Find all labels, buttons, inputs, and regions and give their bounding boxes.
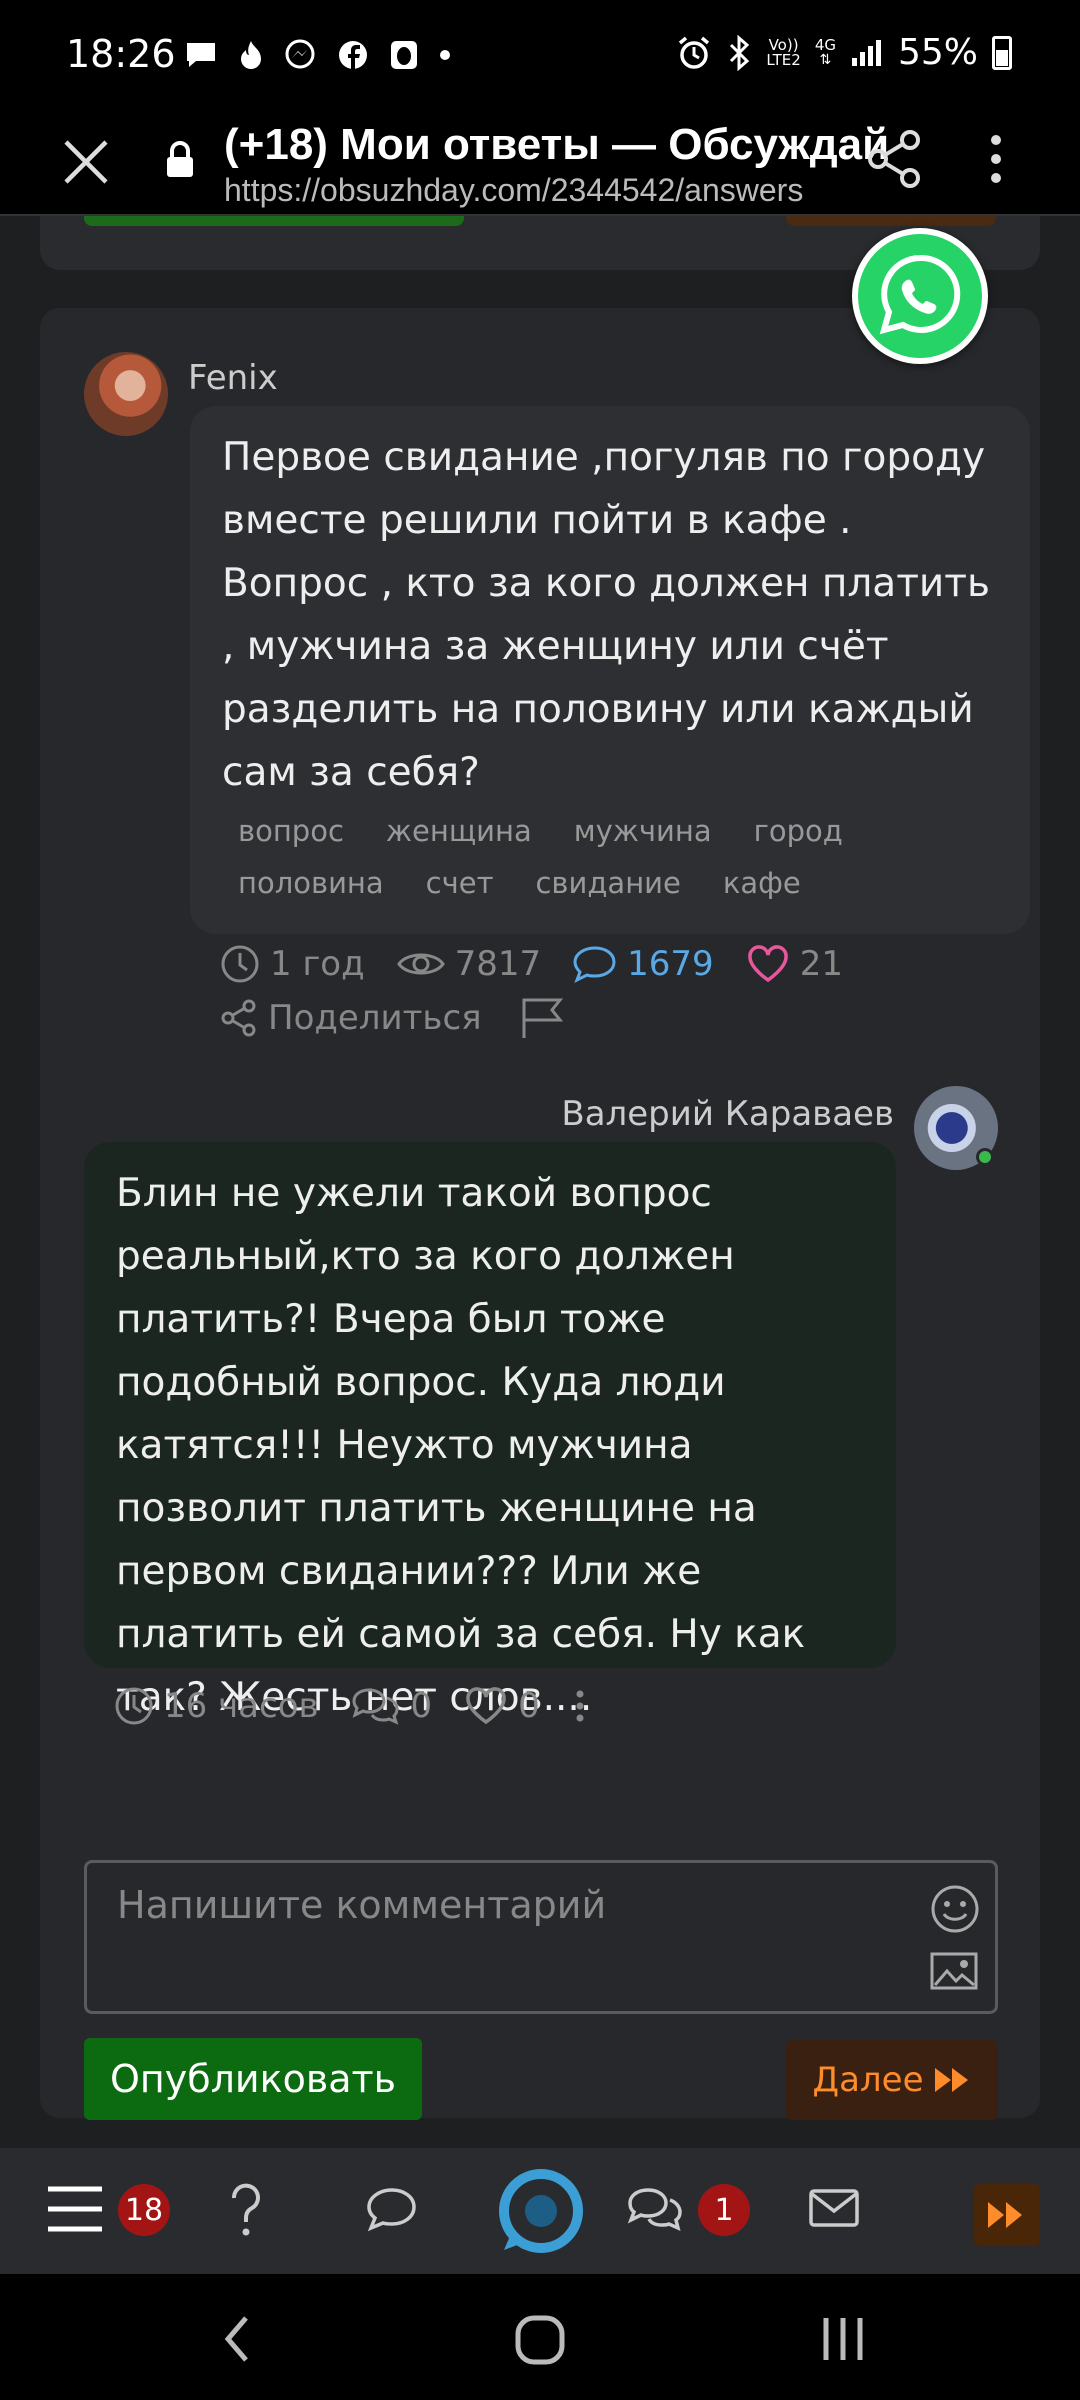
fast-forward-icon xyxy=(988,2202,1022,2228)
image-icon[interactable] xyxy=(929,1951,979,1991)
facebook-icon xyxy=(338,41,367,69)
comments-icon xyxy=(352,1688,399,1725)
share-button[interactable]: Поделиться xyxy=(268,998,482,1038)
close-icon[interactable] xyxy=(56,132,116,192)
status-time: 18:26 xyxy=(66,32,176,76)
question-tags: вопрос женщина мужчина город половина сч… xyxy=(222,814,998,900)
page-url[interactable]: https://obsuzhday.com/2344542/answers xyxy=(224,172,803,209)
lock-icon xyxy=(167,141,193,177)
system-navigation xyxy=(0,2274,1080,2400)
online-indicator xyxy=(976,1148,994,1166)
question-views-count: 7817 xyxy=(454,944,542,984)
question-author-name[interactable]: Fenix xyxy=(188,358,278,398)
flame-icon xyxy=(241,41,262,69)
tag[interactable]: счет xyxy=(426,866,494,900)
question-share-row: Поделиться xyxy=(220,996,566,1040)
whatsapp-button[interactable] xyxy=(852,228,988,364)
net-gen-label: 4G xyxy=(814,35,836,54)
question-views: 7817 xyxy=(396,944,542,984)
publish-button[interactable]: Опубликовать xyxy=(84,2038,422,2120)
report-flag-icon[interactable] xyxy=(520,996,566,1040)
discussions-badge: 1 xyxy=(698,2184,750,2236)
answer-likes-count: 0 xyxy=(518,1686,540,1726)
more-notifications-icon xyxy=(439,50,450,60)
answer-meta: 16 часов 0 0 xyxy=(114,1686,588,1726)
answer-age: 16 часов xyxy=(114,1686,319,1726)
menu-icon[interactable] xyxy=(46,2184,104,2234)
home-logo-icon[interactable] xyxy=(496,2166,586,2256)
notification-icons xyxy=(184,34,451,72)
bluetooth-icon xyxy=(730,34,750,71)
tag[interactable]: вопрос xyxy=(238,814,344,848)
battery-percent: 55% xyxy=(897,32,978,73)
clock-icon xyxy=(221,945,259,983)
bottom-navigation: 18 1 xyxy=(0,2148,1080,2274)
question-likes-count: 21 xyxy=(799,944,843,984)
app-notification-icon xyxy=(390,41,417,69)
tag[interactable]: свидание xyxy=(535,866,680,900)
heart-icon xyxy=(747,945,788,983)
heart-icon xyxy=(466,1687,506,1725)
next-button-label: Далее xyxy=(812,2060,924,2100)
tag[interactable]: мужчина xyxy=(574,814,712,848)
answer-likes[interactable]: 0 xyxy=(464,1686,540,1726)
answer-bubble[interactable]: Блин не ужели такой вопрос реальный,кто … xyxy=(84,1142,896,1720)
alarm-icon xyxy=(679,36,710,69)
comment-icon xyxy=(573,946,616,984)
emoji-icon[interactable] xyxy=(929,1883,981,1935)
clock-icon xyxy=(115,1687,153,1725)
lte-label: LTE2 xyxy=(766,50,801,69)
tag[interactable]: кафе xyxy=(723,866,801,900)
volte-indicator: Vo)) LTE2 xyxy=(766,37,801,69)
chat-icon[interactable] xyxy=(366,2186,418,2234)
comment-input[interactable]: Напишите комментарий xyxy=(84,1860,998,2014)
question-icon[interactable] xyxy=(226,2182,266,2238)
answer-comments[interactable]: 0 xyxy=(351,1686,433,1726)
menu-badge: 18 xyxy=(118,2184,170,2236)
back-icon[interactable] xyxy=(222,2314,252,2364)
tag[interactable]: половина xyxy=(238,866,384,900)
status-bar: 18:26 Vo)) LTE2 4G ⇅ 55% xyxy=(0,0,1080,112)
signal-icon xyxy=(851,39,881,66)
share-icon[interactable] xyxy=(866,128,924,190)
comment-placeholder: Напишите комментарий xyxy=(117,1883,607,1927)
chat-notification-icon xyxy=(187,43,215,67)
question-age: 1 год xyxy=(220,944,365,984)
answer-more-icon[interactable] xyxy=(572,1686,588,1726)
mail-icon[interactable] xyxy=(808,2188,860,2228)
home-icon[interactable] xyxy=(514,2314,566,2366)
answer-age-text: 16 часов xyxy=(164,1686,319,1726)
answer-author-name[interactable]: Валерий Караваев xyxy=(561,1094,894,1134)
more-options-icon[interactable] xyxy=(976,128,1016,190)
question-meta: 1 год 7817 1679 21 xyxy=(220,944,875,984)
fast-forward-icon xyxy=(935,2068,969,2092)
question-author-avatar[interactable] xyxy=(84,352,168,436)
question-comments-count: 1679 xyxy=(627,944,714,984)
tag[interactable]: город xyxy=(754,814,843,848)
question-comments[interactable]: 1679 xyxy=(573,944,714,984)
next-button[interactable]: Далее xyxy=(786,2040,998,2120)
answer-text: Блин не ужели такой вопрос реальный,кто … xyxy=(116,1171,806,1720)
answer-comments-count: 0 xyxy=(410,1686,433,1726)
recent-apps-icon[interactable] xyxy=(820,2316,866,2362)
question-text: Первое свидание ,погуляв по городу вмест… xyxy=(222,435,990,795)
previous-next-button[interactable] xyxy=(786,216,996,226)
browser-toolbar: (+18) Мои ответы — Обсуждай https://obsu… xyxy=(0,112,1080,216)
status-right-icons: Vo)) LTE2 4G ⇅ 55% xyxy=(676,32,1012,73)
network-generation: 4G ⇅ xyxy=(814,35,836,68)
question-likes[interactable]: 21 xyxy=(746,944,843,984)
net-arrows: ⇅ xyxy=(819,51,832,68)
tag[interactable]: женщина xyxy=(386,814,532,848)
previous-publish-button[interactable] xyxy=(84,216,464,226)
battery-icon xyxy=(992,35,1012,70)
page-title: (+18) Мои ответы — Обсуждай xyxy=(224,120,890,169)
question-age-text: 1 год xyxy=(270,944,365,984)
eye-icon xyxy=(396,953,445,975)
forward-button[interactable] xyxy=(974,2184,1040,2246)
whatsapp-icon xyxy=(879,254,961,335)
share-small-icon xyxy=(221,999,256,1037)
discussions-icon[interactable] xyxy=(626,2186,684,2234)
question-bubble[interactable]: Первое свидание ,погуляв по городу вмест… xyxy=(190,406,1030,934)
messenger-icon xyxy=(285,39,315,69)
